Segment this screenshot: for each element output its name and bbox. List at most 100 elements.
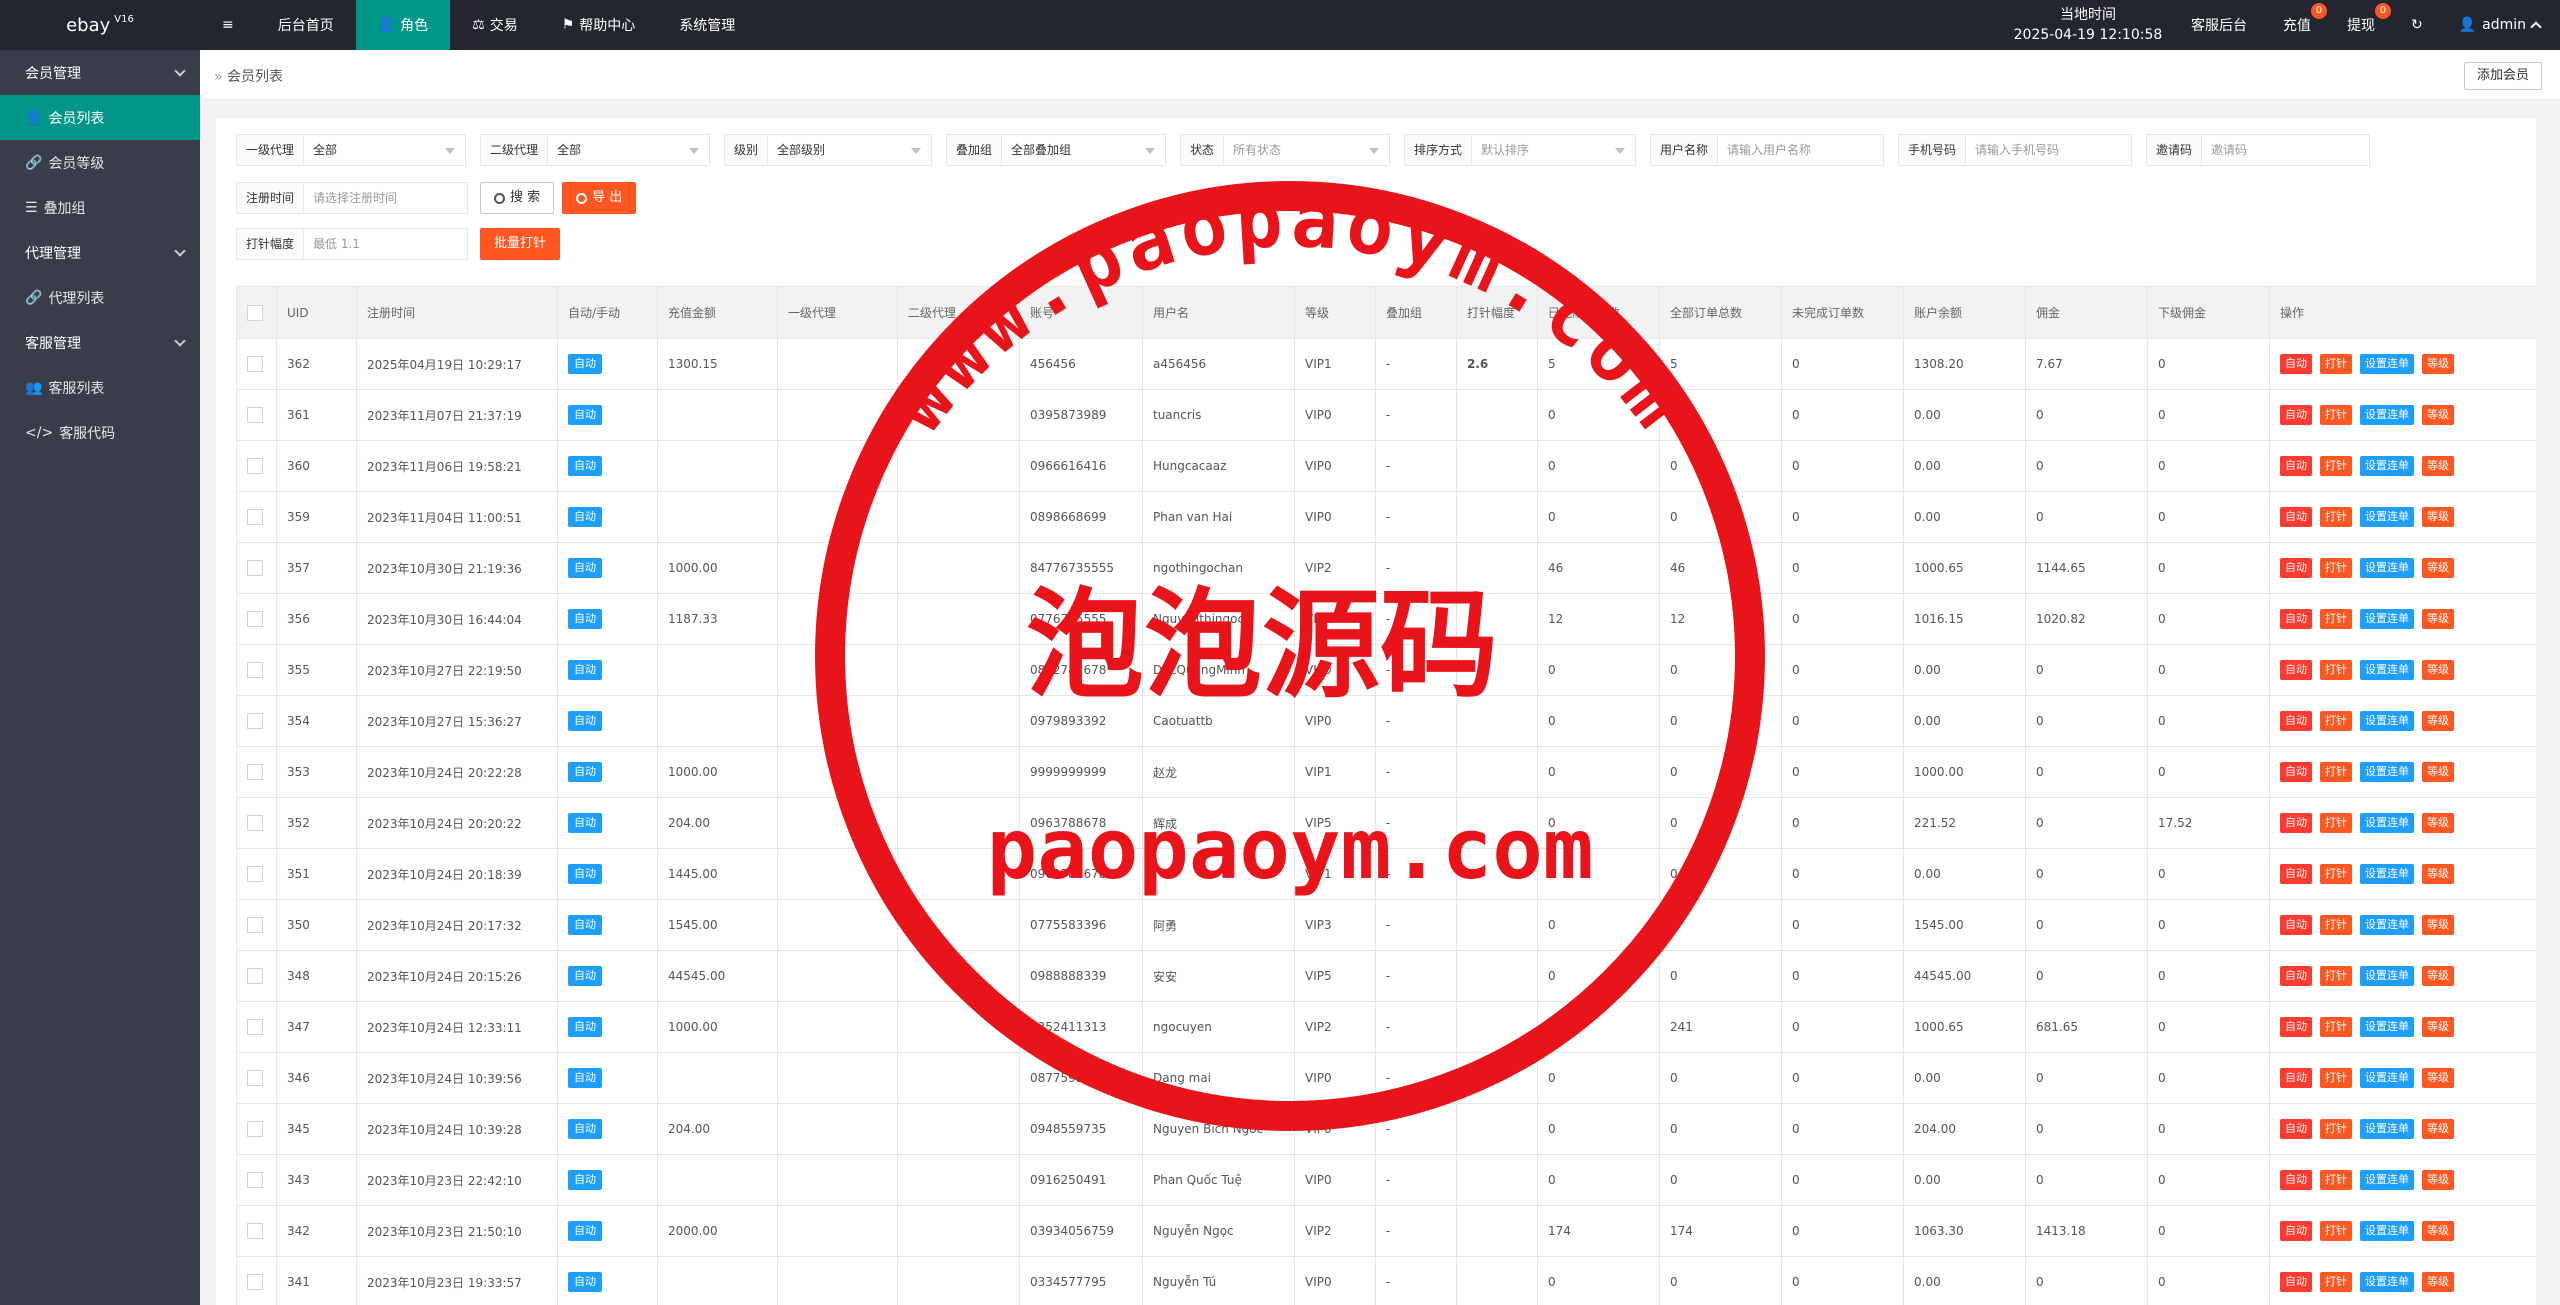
needle-action-button[interactable]: 打针	[2320, 507, 2352, 527]
menu-toggle-button[interactable]: ≡	[200, 0, 256, 50]
set-chain-button[interactable]: 设置连单	[2360, 1119, 2414, 1139]
level-action-button[interactable]: 等级	[2422, 966, 2454, 986]
auto-action-button[interactable]: 自动	[2280, 354, 2312, 374]
add-member-button[interactable]: 添加会员	[2463, 62, 2542, 90]
needle-action-button[interactable]: 打针	[2320, 1119, 2352, 1139]
row-checkbox[interactable]	[247, 764, 263, 780]
level-action-button[interactable]: 等级	[2422, 813, 2454, 833]
status-select[interactable]: 状态 所有状态	[1180, 134, 1390, 166]
brand-logo[interactable]: ebay V16	[0, 0, 200, 50]
export-button[interactable]: 导 出	[562, 182, 637, 214]
level-action-button[interactable]: 等级	[2422, 1017, 2454, 1037]
auto-action-button[interactable]: 自动	[2280, 915, 2312, 935]
set-chain-button[interactable]: 设置连单	[2360, 864, 2414, 884]
row-checkbox[interactable]	[247, 1223, 263, 1239]
sort-select[interactable]: 排序方式 默认排序	[1404, 134, 1636, 166]
set-chain-button[interactable]: 设置连单	[2360, 1272, 2414, 1292]
level-action-button[interactable]: 等级	[2422, 1068, 2454, 1088]
set-chain-button[interactable]: 设置连单	[2360, 558, 2414, 578]
auto-action-button[interactable]: 自动	[2280, 966, 2312, 986]
level-action-button[interactable]: 等级	[2422, 1119, 2454, 1139]
needle-action-button[interactable]: 打针	[2320, 966, 2352, 986]
agent2-select[interactable]: 二级代理 全部	[480, 134, 710, 166]
auto-action-button[interactable]: 自动	[2280, 1068, 2312, 1088]
level-action-button[interactable]: 等级	[2422, 915, 2454, 935]
auto-action-button[interactable]: 自动	[2280, 1170, 2312, 1190]
row-checkbox[interactable]	[247, 611, 263, 627]
needle-action-button[interactable]: 打针	[2320, 354, 2352, 374]
row-checkbox[interactable]	[247, 713, 263, 729]
level-select[interactable]: 级别 全部级别	[724, 134, 932, 166]
row-checkbox[interactable]	[247, 407, 263, 423]
set-chain-button[interactable]: 设置连单	[2360, 915, 2414, 935]
sidebar-item-service-list[interactable]: 👥 客服列表	[0, 365, 200, 410]
needle-action-button[interactable]: 打针	[2320, 711, 2352, 731]
service-backend-link[interactable]: 客服后台	[2173, 0, 2265, 50]
sidebar-item-member-list[interactable]: 👤 会员列表	[0, 95, 200, 140]
set-chain-button[interactable]: 设置连单	[2360, 1170, 2414, 1190]
set-chain-button[interactable]: 设置连单	[2360, 660, 2414, 680]
needle-action-button[interactable]: 打针	[2320, 864, 2352, 884]
set-chain-button[interactable]: 设置连单	[2360, 711, 2414, 731]
row-checkbox[interactable]	[247, 815, 263, 831]
row-checkbox[interactable]	[247, 356, 263, 372]
auto-action-button[interactable]: 自动	[2280, 456, 2312, 476]
auto-action-button[interactable]: 自动	[2280, 558, 2312, 578]
batch-needle-button[interactable]: 批量打针	[480, 228, 561, 260]
needle-action-button[interactable]: 打针	[2320, 1068, 2352, 1088]
nav-item-dashboard[interactable]: 后台首页	[256, 0, 356, 50]
row-checkbox[interactable]	[247, 560, 263, 576]
sidebar-item-stack-group[interactable]: ☰ 叠加组	[0, 185, 200, 230]
set-chain-button[interactable]: 设置连单	[2360, 507, 2414, 527]
sidebar-item-agent-list[interactable]: 🔗 代理列表	[0, 275, 200, 320]
level-action-button[interactable]: 等级	[2422, 405, 2454, 425]
set-chain-button[interactable]: 设置连单	[2360, 1068, 2414, 1088]
sidebar-item-service-code[interactable]: </> 客服代码	[0, 410, 200, 455]
needle-action-button[interactable]: 打针	[2320, 813, 2352, 833]
withdraw-button[interactable]: 提现 0	[2329, 0, 2393, 50]
search-button[interactable]: 搜 索	[480, 182, 555, 214]
row-checkbox[interactable]	[247, 458, 263, 474]
level-action-button[interactable]: 等级	[2422, 609, 2454, 629]
auto-action-button[interactable]: 自动	[2280, 405, 2312, 425]
phone-input[interactable]: 手机号码 请输入手机号码	[1898, 134, 2132, 166]
auto-action-button[interactable]: 自动	[2280, 711, 2312, 731]
sidebar-group-service[interactable]: 客服管理	[0, 320, 200, 365]
needle-action-button[interactable]: 打针	[2320, 1272, 2352, 1292]
set-chain-button[interactable]: 设置连单	[2360, 813, 2414, 833]
needle-action-button[interactable]: 打针	[2320, 1017, 2352, 1037]
register-time-input[interactable]: 注册时间 请选择注册时间	[236, 182, 468, 214]
level-action-button[interactable]: 等级	[2422, 762, 2454, 782]
set-chain-button[interactable]: 设置连单	[2360, 609, 2414, 629]
row-checkbox[interactable]	[247, 662, 263, 678]
set-chain-button[interactable]: 设置连单	[2360, 966, 2414, 986]
level-action-button[interactable]: 等级	[2422, 864, 2454, 884]
auto-action-button[interactable]: 自动	[2280, 762, 2312, 782]
auto-action-button[interactable]: 自动	[2280, 813, 2312, 833]
user-menu[interactable]: 👤 admin	[2441, 0, 2560, 50]
level-action-button[interactable]: 等级	[2422, 1272, 2454, 1292]
set-chain-button[interactable]: 设置连单	[2360, 1017, 2414, 1037]
row-checkbox[interactable]	[247, 968, 263, 984]
level-action-button[interactable]: 等级	[2422, 711, 2454, 731]
auto-action-button[interactable]: 自动	[2280, 1119, 2312, 1139]
stack-select[interactable]: 叠加组 全部叠加组	[946, 134, 1166, 166]
needle-input[interactable]: 打针幅度 最低 1.1	[236, 228, 468, 260]
nav-item-trade[interactable]: ⚖ 交易	[450, 0, 540, 50]
needle-action-button[interactable]: 打针	[2320, 762, 2352, 782]
needle-action-button[interactable]: 打针	[2320, 456, 2352, 476]
username-input[interactable]: 用户名称 请输入用户名称	[1650, 134, 1884, 166]
auto-action-button[interactable]: 自动	[2280, 1017, 2312, 1037]
row-checkbox[interactable]	[247, 1274, 263, 1290]
sidebar-item-member-level[interactable]: 🔗 会员等级	[0, 140, 200, 185]
refresh-button[interactable]: ↻	[2393, 0, 2441, 50]
level-action-button[interactable]: 等级	[2422, 456, 2454, 476]
row-checkbox[interactable]	[247, 1019, 263, 1035]
select-all-checkbox[interactable]	[247, 304, 263, 321]
sidebar-group-agents[interactable]: 代理管理	[0, 230, 200, 275]
level-action-button[interactable]: 等级	[2422, 660, 2454, 680]
needle-action-button[interactable]: 打针	[2320, 1221, 2352, 1241]
set-chain-button[interactable]: 设置连单	[2360, 762, 2414, 782]
row-checkbox[interactable]	[247, 917, 263, 933]
row-checkbox[interactable]	[247, 866, 263, 882]
